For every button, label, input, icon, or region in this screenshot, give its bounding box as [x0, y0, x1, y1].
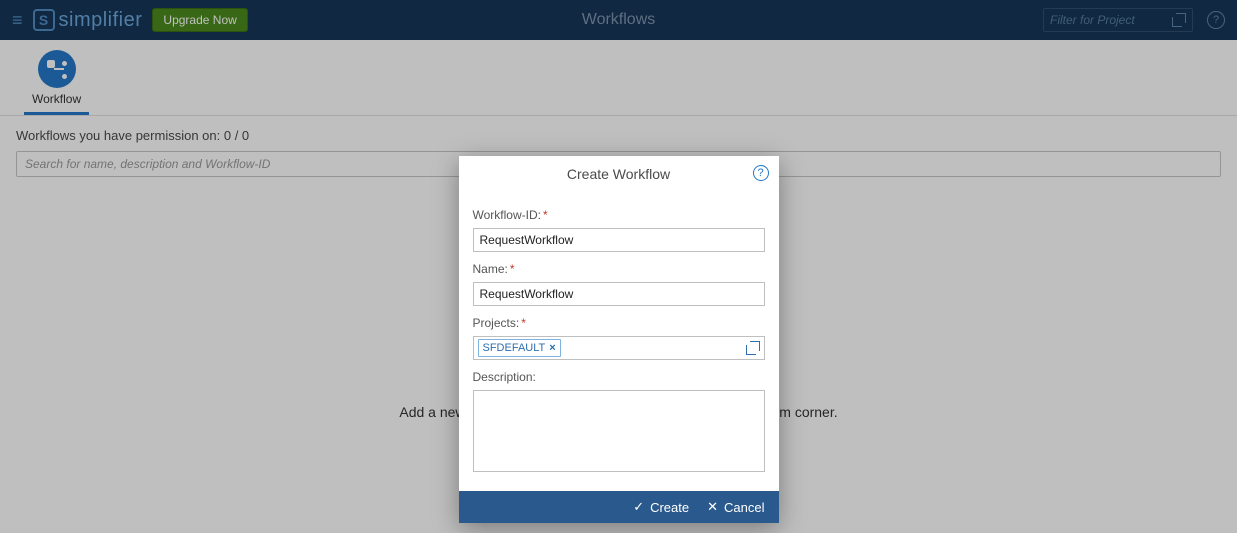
create-workflow-dialog: Create Workflow ? Workflow-ID:* Name:* P…	[459, 156, 779, 523]
dialog-header: Create Workflow ?	[459, 156, 779, 192]
cancel-button-label: Cancel	[724, 500, 764, 515]
dialog-help-icon[interactable]: ?	[753, 165, 769, 181]
projects-label: Projects:	[473, 316, 520, 330]
required-marker: *	[510, 262, 515, 276]
project-chip-label: SFDEFAULT	[483, 342, 546, 354]
close-icon: ✕	[707, 499, 718, 515]
name-label: Name:	[473, 262, 508, 276]
workflow-id-input[interactable]	[473, 228, 765, 252]
check-icon	[633, 499, 644, 515]
dialog-footer: Create ✕ Cancel	[459, 491, 779, 523]
dialog-title: Create Workflow	[567, 166, 670, 182]
create-button-label: Create	[650, 500, 689, 515]
required-marker: *	[521, 316, 526, 330]
projects-input[interactable]: SFDEFAULT ×	[473, 336, 765, 360]
name-input[interactable]	[473, 282, 765, 306]
create-button[interactable]: Create	[633, 499, 689, 515]
description-input[interactable]	[473, 390, 765, 472]
workflow-id-label: Workflow-ID:	[473, 208, 541, 222]
open-projects-icon[interactable]	[746, 341, 760, 355]
required-marker: *	[543, 208, 548, 222]
cancel-button[interactable]: ✕ Cancel	[707, 499, 764, 515]
remove-chip-icon[interactable]: ×	[549, 342, 555, 354]
project-chip: SFDEFAULT ×	[478, 339, 561, 357]
description-label: Description:	[473, 370, 536, 384]
